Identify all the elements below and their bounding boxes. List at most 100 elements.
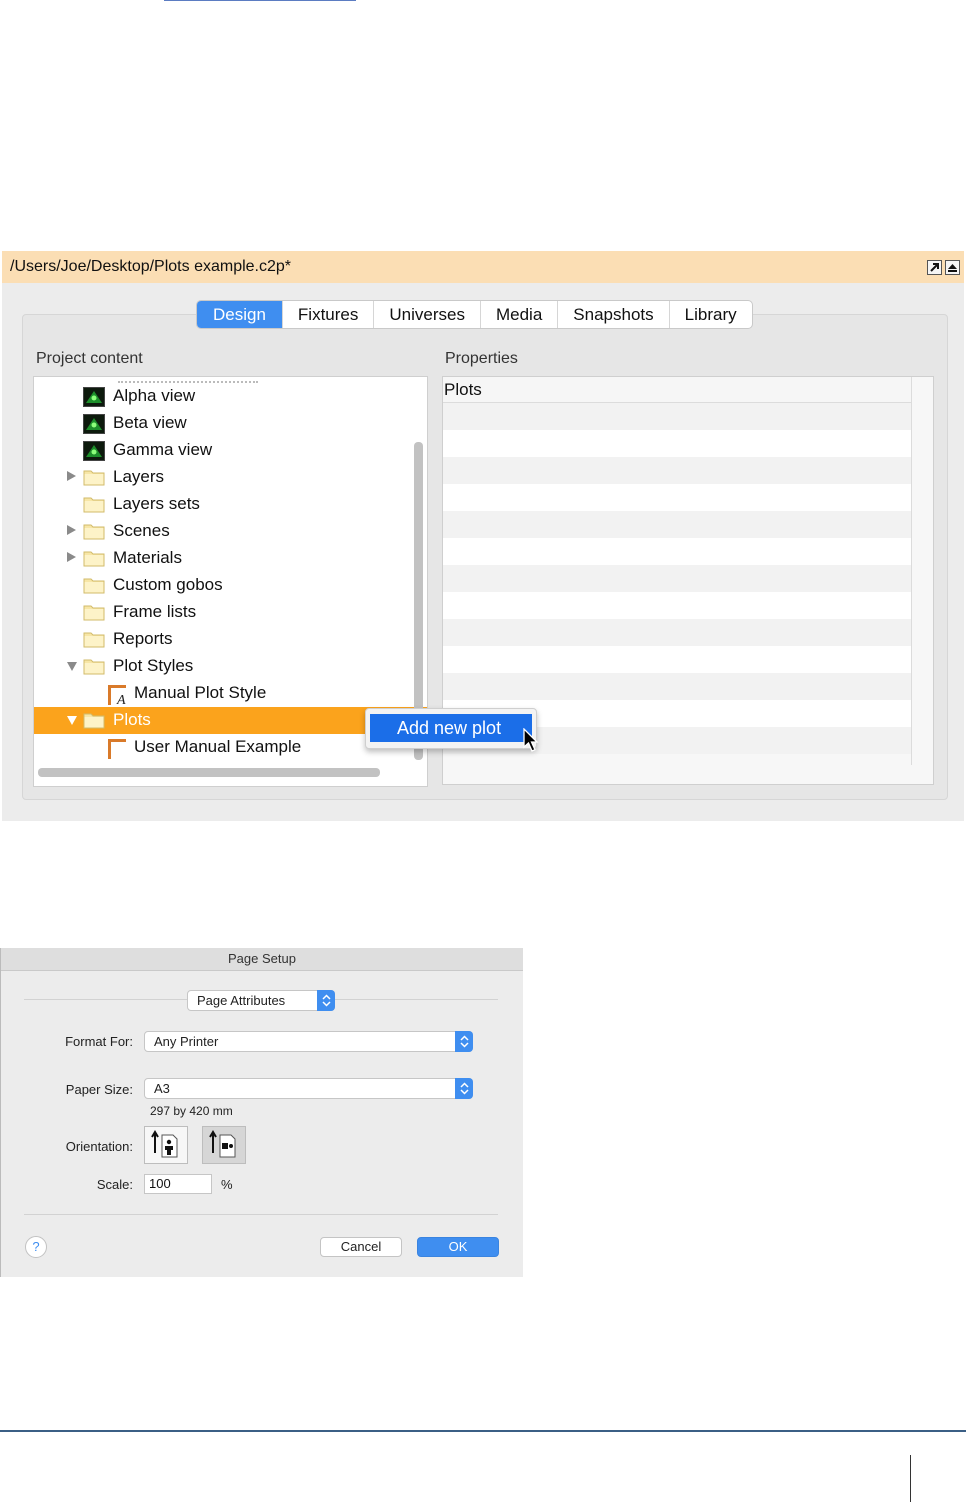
tree-item-label: Plot Styles (113, 656, 194, 675)
top-underline (164, 0, 356, 1)
page-setup-title: Page Setup (1, 948, 523, 971)
folder-icon (83, 603, 105, 626)
folder-icon (83, 576, 105, 599)
tree-item[interactable]: A Manual Plot Style (34, 680, 406, 708)
landscape-icon (209, 1130, 236, 1158)
format-for-label: Format For: (65, 1034, 133, 1049)
property-row (443, 646, 911, 673)
add-new-plot-label: Add new plot (397, 718, 502, 738)
view-icon (83, 414, 105, 439)
tree-item[interactable]: Layers (34, 464, 406, 491)
mouse-cursor-icon (523, 728, 539, 752)
cancel-button[interactable]: Cancel (320, 1237, 402, 1257)
collapse-arrow-icon[interactable] (67, 662, 77, 671)
landscape-orientation-button[interactable] (202, 1126, 246, 1164)
tree-item-label: User Manual Example (134, 737, 302, 756)
settings-popup[interactable]: Page Attributes (187, 990, 335, 1011)
detach-icon[interactable] (927, 260, 942, 275)
tree-item[interactable]: Beta view (34, 410, 406, 437)
tree-item-label: Reports (113, 629, 173, 648)
tree-item-label: Custom gobos (113, 575, 223, 594)
property-row (443, 619, 911, 646)
clipped-row (118, 377, 258, 383)
folder-icon (83, 549, 105, 572)
properties-header: Plots (443, 377, 911, 403)
tree-item[interactable]: Gamma view (34, 437, 406, 464)
eject-icon[interactable] (945, 260, 960, 275)
separator (24, 1214, 498, 1215)
tree-item[interactable]: Reports (34, 626, 406, 653)
up-down-arrows-icon (455, 1078, 473, 1099)
view-icon (83, 387, 105, 412)
tree-item-label: Plots (113, 710, 151, 729)
tree-item-label: Gamma view (113, 440, 213, 459)
tree-item-label: Materials (113, 548, 182, 567)
tree-item[interactable]: Custom gobos (34, 572, 406, 599)
property-row (443, 430, 911, 457)
footer-rule (0, 1430, 966, 1432)
expand-arrow-icon[interactable] (67, 471, 76, 481)
collapse-arrow-icon[interactable] (67, 716, 77, 725)
property-row (443, 457, 911, 484)
add-new-plot-menu-item[interactable]: Add new plot (370, 714, 532, 742)
property-row (443, 538, 911, 565)
tree-item-label: Alpha view (113, 386, 196, 405)
tree-item-label: Manual Plot Style (134, 683, 267, 702)
tab-design[interactable]: Design (197, 301, 282, 328)
window-title: /Users/Joe/Desktop/Plots example.c2p* (10, 258, 292, 275)
paper-size-popup[interactable]: A3 (144, 1078, 473, 1099)
tree-item[interactable]: Scenes (34, 518, 406, 545)
tree-item-label: Layers (113, 467, 165, 486)
tab-snapshots[interactable]: Snapshots (557, 301, 668, 328)
folder-icon (83, 711, 105, 734)
expand-arrow-icon[interactable] (67, 552, 76, 562)
property-row (443, 673, 911, 700)
paper-dimensions: 297 by 420 mm (150, 1104, 233, 1118)
tree-horizontal-scrollbar[interactable] (38, 768, 380, 777)
property-row (443, 592, 911, 619)
tree-item[interactable]: Frame lists (34, 599, 406, 626)
title-bar: /Users/Joe/Desktop/Plots example.c2p* (2, 251, 964, 283)
help-button[interactable]: ? (25, 1236, 47, 1258)
plot-icon (106, 738, 128, 765)
properties-divider (911, 377, 912, 765)
tree-item-label: Beta view (113, 413, 187, 432)
scale-label: Scale: (96, 1177, 133, 1192)
property-row (443, 511, 911, 538)
settings-popup-value: Page Attributes (197, 993, 286, 1008)
format-for-popup[interactable]: Any Printer (144, 1031, 473, 1052)
tab-fixtures[interactable]: Fixtures (281, 301, 373, 328)
expand-arrow-icon[interactable] (67, 525, 76, 535)
tree-item-label: Frame lists (113, 602, 197, 621)
scale-input[interactable]: 100 (144, 1174, 212, 1194)
folder-icon (83, 522, 105, 545)
tab-universes[interactable]: Universes (373, 301, 480, 328)
scale-value: 100 (149, 1176, 171, 1191)
footer-divider (910, 1455, 911, 1502)
tree-item[interactable]: Plot Styles (34, 653, 406, 680)
view-icon (83, 441, 105, 466)
tree-item[interactable]: Layers sets (34, 491, 406, 518)
up-down-arrows-icon (317, 990, 335, 1011)
tree-item[interactable]: Alpha view (34, 383, 406, 410)
folder-icon (83, 468, 105, 491)
folder-icon (83, 657, 105, 680)
up-down-arrows-icon (455, 1031, 473, 1052)
tab-media[interactable]: Media (479, 301, 557, 328)
svg-text:A: A (116, 693, 126, 706)
portrait-icon (151, 1130, 178, 1158)
tree-item[interactable]: Materials (34, 545, 406, 572)
ok-button[interactable]: OK (417, 1237, 499, 1257)
format-for-value: Any Printer (154, 1034, 219, 1049)
folder-icon (83, 630, 105, 653)
paper-size-label: Paper Size: (65, 1082, 133, 1097)
tree-item[interactable]: User Manual Example (34, 734, 406, 761)
context-menu: Add new plot (365, 708, 537, 749)
portrait-orientation-button[interactable] (144, 1126, 188, 1164)
orientation-label: Orientation: (65, 1139, 133, 1154)
paper-size-value: A3 (154, 1081, 170, 1096)
properties-label: Properties (445, 350, 518, 367)
property-row (443, 565, 911, 592)
main-tabs: Design Fixtures Universes Media Snapshot… (196, 300, 753, 329)
tab-library[interactable]: Library (668, 301, 752, 328)
